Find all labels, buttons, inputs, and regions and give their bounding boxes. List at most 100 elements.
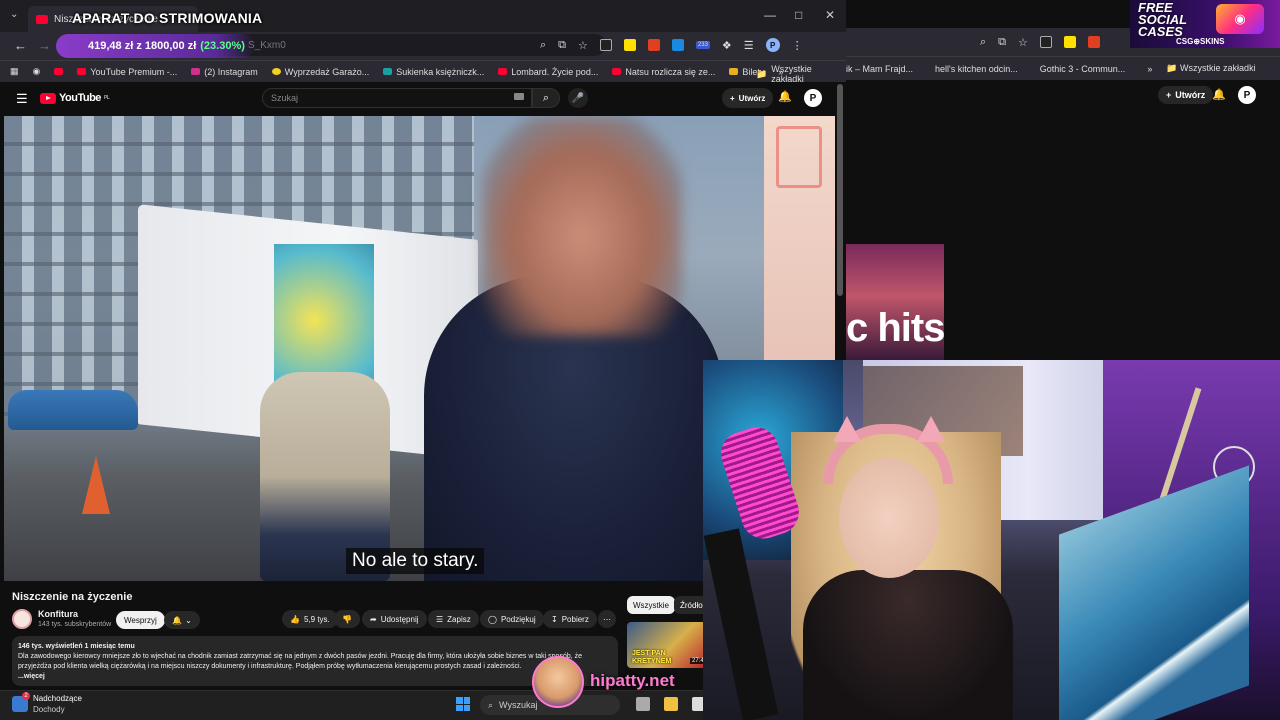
zoom-icon[interactable]: ⌕: [980, 36, 986, 49]
youtube-favicon-icon: [36, 14, 48, 24]
video-title: Niszczenie na życzenie: [12, 591, 133, 603]
task-view-icon[interactable]: [636, 697, 650, 711]
v-icon: [383, 68, 393, 75]
puzzle-icon[interactable]: ❖: [722, 39, 732, 52]
streamer-handle: hipatty.net: [590, 671, 675, 690]
windows-start-icon[interactable]: [456, 697, 470, 711]
description-more[interactable]: ...więcej: [18, 672, 612, 682]
bookmark-item[interactable]: ik – Mam Frajd...: [846, 64, 913, 74]
dislike-button[interactable]: 👎: [334, 610, 360, 628]
create-button[interactable]: + Utwórz: [1158, 86, 1214, 104]
streamer-webcam: [703, 360, 1280, 720]
notifications-button[interactable]: 🔔 ⌄: [164, 611, 200, 629]
thumbnail-text: c hits: [846, 306, 945, 350]
tab-search-icon[interactable]: ⌄: [10, 9, 18, 20]
extension-icon[interactable]: [599, 39, 612, 51]
thanks-button[interactable]: ◯ Podziękuj: [480, 610, 544, 628]
github-icon[interactable]: ◉: [33, 66, 41, 77]
star-icon[interactable]: ☆: [1018, 36, 1028, 49]
maximize-icon[interactable]: □: [795, 8, 802, 22]
youtube-logo[interactable]: YouTube PL: [40, 92, 110, 104]
bell-icon[interactable]: 🔔: [1212, 88, 1226, 101]
channel-avatar[interactable]: [12, 609, 32, 629]
instagram-icon: ◉: [1216, 4, 1264, 34]
bookmarks-folder-label: Wszystkie zakładki: [1180, 63, 1256, 73]
close-icon[interactable]: ✕: [825, 8, 835, 22]
share-icon: ➦: [370, 614, 377, 624]
hamburger-menu-icon[interactable]: ☰: [16, 91, 28, 107]
forward-icon[interactable]: →: [38, 38, 51, 53]
extension-icon[interactable]: [1087, 36, 1100, 48]
more-actions-button[interactable]: ⋯: [598, 610, 616, 628]
video-description[interactable]: 146 tys. wyświetleń 1 miesiąc temu Dla z…: [12, 636, 618, 686]
thanks-label: Podziękuj: [500, 614, 536, 624]
channel-subscribers: 143 tys. subskrybentów: [38, 621, 112, 628]
goal-current: 419,48 zł: [88, 40, 134, 52]
thanks-icon: ◯: [488, 614, 497, 624]
extension-icon[interactable]: [1039, 36, 1052, 48]
sale-icon: [271, 68, 281, 75]
bookmark-item[interactable]: (2) Instagram: [191, 67, 258, 77]
bg-bookmarks-bar: ik – Mam Frajd... hell's kitchen odcin..…: [846, 56, 1280, 80]
plus-icon: +: [1166, 90, 1172, 100]
bookmark-item[interactable]: Natsu rozlicza się ze...: [612, 67, 715, 77]
avatar[interactable]: P: [804, 89, 822, 107]
bookmarks-folder-label: Wszystkie zakładki: [771, 64, 812, 84]
scrollbar[interactable]: [837, 84, 843, 296]
extension-badge[interactable]: 233: [695, 41, 710, 49]
save-button[interactable]: ☰ Zapisz: [428, 610, 479, 628]
file-explorer-icon[interactable]: [664, 697, 678, 711]
create-button[interactable]: + Utwórz: [722, 88, 774, 108]
install-icon[interactable]: ⧉: [558, 39, 566, 52]
cam-scene-body: [803, 570, 1013, 720]
back-icon[interactable]: ←: [14, 38, 27, 53]
save-icon: ☰: [436, 614, 444, 624]
goal-separator: z: [136, 40, 142, 52]
chevron-right-icon[interactable]: »: [1147, 64, 1152, 74]
chip-all[interactable]: Wszystkie: [627, 596, 675, 614]
apps-icon[interactable]: ▦: [10, 66, 19, 77]
share-button[interactable]: ➦ Udostępnij: [362, 610, 427, 628]
menu-dots-icon[interactable]: ⋮: [792, 39, 803, 52]
keyboard-icon[interactable]: [514, 93, 524, 100]
zoom-icon[interactable]: ⌕: [540, 39, 546, 52]
like-button[interactable]: 👍 5,9 tys.: [282, 610, 338, 628]
bookmark-item[interactable]: Gothic 3 - Commun...: [1040, 64, 1126, 74]
voice-search-button[interactable]: 🎤: [568, 88, 588, 108]
channel-name[interactable]: Konfitura: [38, 609, 78, 619]
avatar[interactable]: P: [1238, 86, 1256, 104]
bookmarks-folder[interactable]: 📁 Wszystkie zakładki: [1166, 63, 1277, 74]
install-icon[interactable]: ⧉: [998, 36, 1006, 49]
promo-banner: FREE SOCIAL CASES ◉ CSG⊕SKINS: [1130, 0, 1280, 48]
search-input[interactable]: Szukaj: [262, 88, 532, 108]
bookmark-item[interactable]: YouTube Premium -...: [77, 67, 177, 77]
video-scene-car: [8, 390, 138, 430]
bookmarks-folder[interactable]: 📁 Wszystkie zakładki: [756, 64, 846, 84]
media-icon[interactable]: ☰: [744, 39, 754, 52]
streamer-avatar: [532, 656, 584, 708]
bookmark-item[interactable]: Sukienka księżniczk...: [383, 67, 484, 77]
star-icon[interactable]: ☆: [578, 39, 588, 52]
bookmark-item[interactable]: Lombard. Życie pod...: [498, 67, 598, 77]
bell-icon[interactable]: 🔔: [778, 90, 792, 103]
widgets-badge: 2: [22, 692, 30, 700]
minimize-icon[interactable]: —: [764, 8, 776, 22]
translate-icon[interactable]: [671, 39, 684, 51]
download-label: Pobierz: [561, 614, 589, 624]
bookmark-item[interactable]: [54, 68, 64, 75]
extension-icon[interactable]: [623, 39, 636, 51]
thumbs-down-icon: 👎: [342, 614, 352, 624]
search-button[interactable]: ⌕: [532, 88, 560, 108]
download-button[interactable]: ↧ Pobierz: [543, 610, 597, 628]
plus-icon: +: [730, 93, 735, 103]
youtube-icon: [612, 68, 622, 75]
taskbar-search-label: Wyszukaj: [499, 700, 538, 710]
extension-icon[interactable]: [1063, 36, 1076, 48]
bookmark-item[interactable]: hell's kitchen odcin...: [935, 64, 1018, 74]
widgets-title[interactable]: Nadchodzące: [33, 694, 82, 703]
support-button[interactable]: Wesprzyj: [116, 611, 165, 629]
toolbar-icons: ⌕ ⧉ ☆ 233 ❖ ☰ P ⋮: [540, 38, 803, 52]
extension-icon[interactable]: [647, 39, 660, 51]
bookmark-item[interactable]: Wyprzedaż Garażo...: [271, 67, 369, 77]
profile-avatar[interactable]: P: [765, 38, 780, 52]
